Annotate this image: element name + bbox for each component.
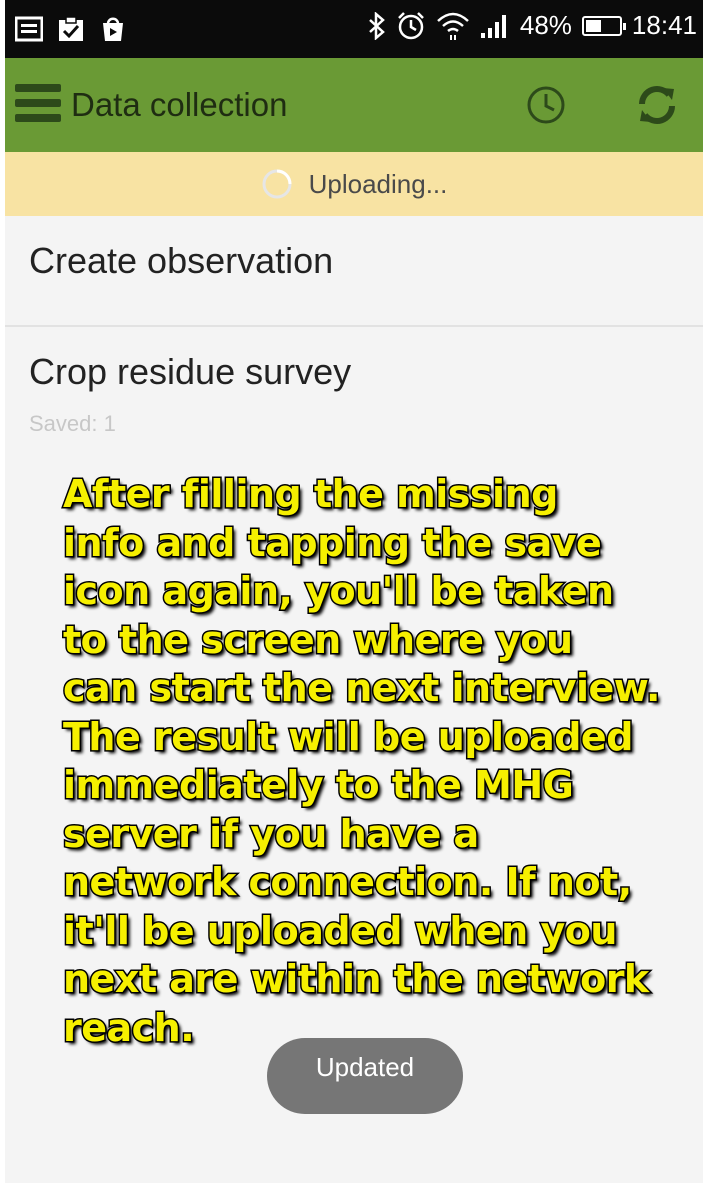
toast-text: Updated bbox=[315, 1052, 415, 1082]
battery-percent: 48% bbox=[519, 10, 572, 40]
upload-status-banner: Uploading... bbox=[5, 152, 703, 216]
list-item-create-observation[interactable]: Create observation bbox=[5, 216, 703, 327]
alarm-icon bbox=[397, 11, 424, 39]
phone-screen: 48% 18:41 Data collection Uploading... C… bbox=[5, 0, 703, 1183]
app-bar: Data collection bbox=[5, 58, 703, 152]
menu-icon[interactable] bbox=[15, 84, 61, 124]
history-icon[interactable] bbox=[524, 83, 568, 127]
system-indicators: 48% 18:41 bbox=[368, 10, 697, 41]
clipboard-check-icon bbox=[59, 16, 83, 41]
notification-icons bbox=[15, 16, 127, 42]
loading-spinner-icon bbox=[262, 169, 292, 199]
play-store-icon bbox=[103, 17, 123, 41]
list-item-title: Create observation bbox=[29, 240, 334, 281]
sync-icon[interactable] bbox=[632, 80, 682, 130]
image-notification-icon bbox=[15, 16, 43, 42]
signal-icon bbox=[480, 14, 506, 38]
battery-icon bbox=[581, 15, 626, 36]
app-title: Data collection bbox=[71, 86, 288, 123]
tutorial-annotation: After filling the missing info and tappi… bbox=[62, 471, 662, 1052]
bluetooth-icon bbox=[369, 11, 385, 40]
status-bar: 48% 18:41 bbox=[5, 0, 703, 58]
battery-fill bbox=[585, 19, 601, 32]
list-item-saved-count: Saved: 1 bbox=[29, 411, 116, 436]
upload-status-text: Uploading... bbox=[308, 168, 448, 199]
list-item-title: Crop residue survey bbox=[29, 351, 352, 392]
wifi-icon bbox=[437, 12, 469, 40]
clock: 18:41 bbox=[631, 10, 697, 40]
